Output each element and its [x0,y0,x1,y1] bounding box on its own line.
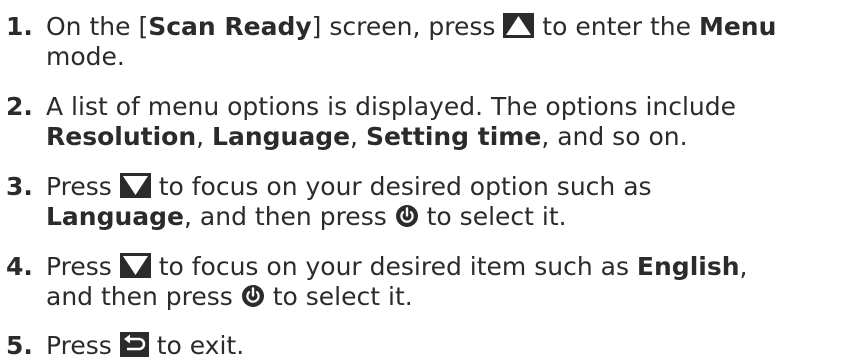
screen-name: Scan Ready [148,12,312,41]
step-text: Press to focus on your desired option su… [46,172,652,231]
option-name: Setting time [365,122,542,151]
step-number: 2. [6,92,33,121]
power-button-icon [241,284,265,308]
up-button-icon [503,13,535,38]
option-name: Language [212,122,351,151]
mode-name: Menu [698,12,777,41]
return-button-icon [119,332,149,357]
step-number: 4. [6,252,33,281]
item-name: English [636,252,740,281]
step-text: Press to focus on your desired item such… [46,252,748,311]
step-number: 1. [6,12,33,41]
option-name: Resolution [46,122,197,151]
power-button-icon [395,204,419,228]
option-name: Language [46,202,185,231]
step-number: 3. [6,172,33,201]
down-button-icon [119,253,151,278]
step-number: 5. [6,331,33,360]
step-text: On the [Scan Ready] screen, press to ent… [46,12,777,71]
step-text: Press to exit. [46,331,245,360]
step-text: A list of menu options is displayed. The… [46,92,737,151]
down-button-icon [119,173,151,198]
